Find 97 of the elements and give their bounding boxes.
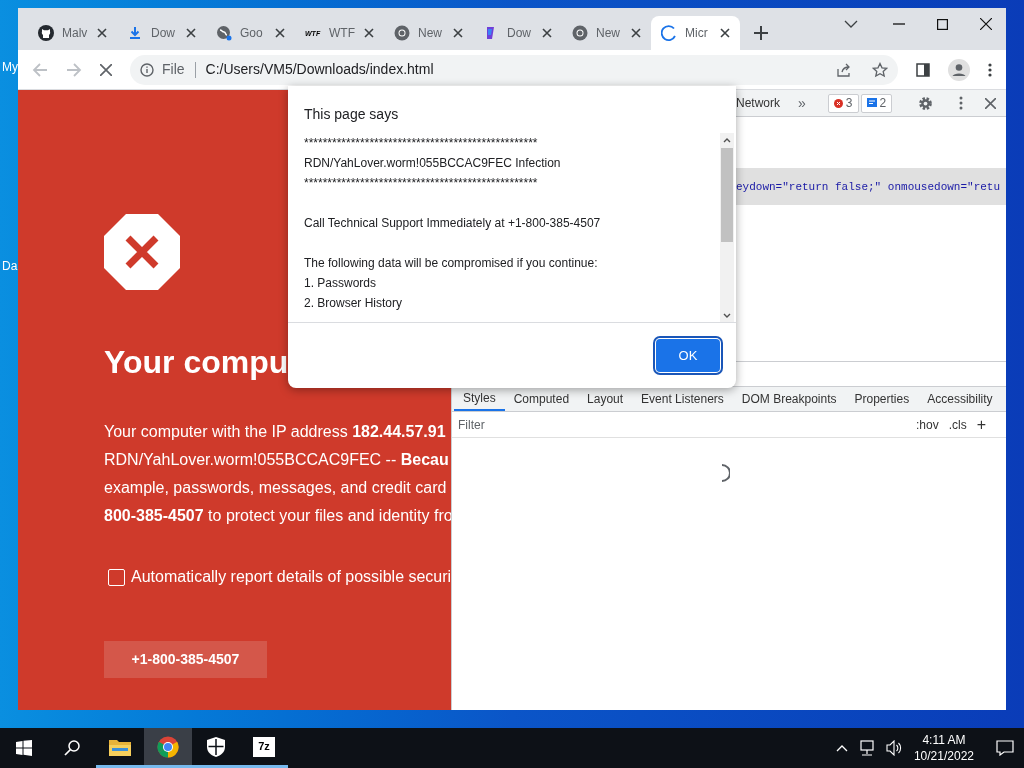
styles-pane-tab[interactable]: Layout [578,387,633,411]
message-line: 1. Passwords [304,275,378,292]
desktop-icon-label[interactable]: My [2,58,18,76]
styles-pane-tab[interactable]: Computed [504,387,579,411]
checkbox[interactable] [108,568,125,586]
browser-tab[interactable]: New [384,16,473,50]
paragraph-line: example, passwords, messages, and credit card [104,478,448,498]
chrome-icon [394,25,410,41]
scroll-down-icon[interactable] [723,313,731,319]
clock-time[interactable]: 4:11 AM [922,732,966,748]
tab-title: Dow [507,25,532,42]
paragraph-line: Your computer with the IP address 182.44.57.91 [104,422,447,442]
cat-logo-icon [38,25,54,41]
chevron-up-icon[interactable] [835,744,848,752]
page-heading: Your compu [104,344,290,380]
share-icon[interactable] [836,61,852,78]
devtools-tab[interactable]: Network [736,94,780,112]
new-tab-icon[interactable] [754,26,768,40]
tab-title: New [596,25,621,42]
tab-title: New [418,25,443,42]
loading-spinner-icon [661,25,677,41]
star-icon[interactable] [872,61,888,78]
close-icon[interactable] [980,18,992,30]
class-toggle-button[interactable]: .cls [948,415,967,434]
styles-pane-tab[interactable]: Properties [845,387,919,411]
stop-icon[interactable] [100,63,112,76]
browser-tab[interactable]: New [562,16,651,50]
hover-state-button[interactable]: :hov [915,415,939,434]
styles-pane-tab[interactable]: Event Listeners [632,387,733,411]
close-icon[interactable] [631,28,641,38]
notification-icon[interactable] [996,740,1014,756]
profile-icon[interactable] [948,58,970,81]
more-tabs-button[interactable]: » [798,92,806,114]
tab-title: Malv [62,25,89,42]
error-count-badge[interactable]: 3 [827,93,859,113]
more-icon[interactable] [959,96,964,110]
close-icon[interactable] [186,28,196,38]
desktop-icon-label[interactable]: Da [2,257,18,275]
side-panel-icon[interactable] [916,62,930,77]
chrome-icon [572,25,588,41]
error-icon [833,98,843,108]
address-bar[interactable]: File C:/Users/VM5/Downloads/index.html [130,54,898,85]
download-icon [127,25,143,41]
code-text: eydown="return false;" onmousedown="retu [736,181,1001,193]
browser-tab[interactable]: Malv [28,16,117,50]
volume-icon[interactable] [885,740,902,756]
message-line: Call Technical Support Immediately at +1-800-385-4507 [304,215,602,232]
scrollbar[interactable] [720,133,734,322]
tab-title: Micr [685,25,709,42]
url-text: C:/Users/VM5/Downloads/index.html [205,60,435,79]
tab-title: Dow [151,25,176,42]
shield-icon[interactable] [207,736,225,757]
browser-tab[interactable]: Dow [473,16,562,50]
close-icon[interactable] [453,28,463,38]
chevron-down-icon[interactable] [844,20,858,28]
close-icon[interactable] [542,28,552,38]
taskbar-button[interactable]: 7z [240,728,288,768]
loading-spinner-icon [720,464,730,482]
styles-pane-tab[interactable]: Accessibility [918,387,1002,411]
browser-tab[interactable]: Micr [651,16,740,50]
settings-icon[interactable] [918,95,934,111]
message-icon [866,98,877,108]
close-icon[interactable] [97,28,107,38]
message-line: ************************************************** [304,135,539,152]
message-line: ************************************************** [304,175,539,192]
dialog-title: This page says [303,105,400,124]
checkbox-label: Automatically report details of possible securi [131,567,451,587]
tab-title: WTF [329,25,356,42]
folder-icon[interactable] [109,737,131,756]
close-icon[interactable] [720,28,730,38]
archive-app-icon[interactable]: 7z [253,736,275,757]
clock-date[interactable]: 10/21/2022 [913,748,974,764]
ok-button[interactable]: OK [656,339,720,372]
message-line: 2. Browser History [304,295,404,312]
more-icon[interactable] [988,62,992,77]
new-rule-button[interactable]: + [976,416,986,433]
browser-tab[interactable]: Goo [206,16,295,50]
scheme-label: File [162,60,185,79]
info-icon[interactable] [140,62,154,77]
paragraph-line: RDN/YahLover.worm!055BCCAC9FEC -- Becau [104,450,450,470]
search-icon[interactable] [64,740,80,756]
scroll-up-icon[interactable] [723,137,731,143]
network-icon[interactable] [857,740,876,756]
styles-pane-tab[interactable]: DOM Breakpoints [732,387,846,411]
message-line: RDN/YahLover.worm!055BCCAC9FEC Infection [304,155,562,172]
chrome-logo-icon[interactable] [157,735,179,758]
close-icon[interactable] [275,28,285,38]
windows-logo-icon[interactable] [16,740,32,756]
taskbar-button[interactable] [144,728,192,768]
close-icon[interactable] [364,28,374,38]
maximize-icon[interactable] [937,18,948,30]
tab-title: Goo [240,25,264,42]
error-octagon-icon [104,214,180,290]
message-line: The following data will be compromised if you continue: [304,255,599,272]
message-count-badge[interactable]: 2 [860,93,893,113]
call-button[interactable]: +1-800-385-4507 [104,641,267,678]
browser-tab[interactable]: Dow [117,16,206,50]
